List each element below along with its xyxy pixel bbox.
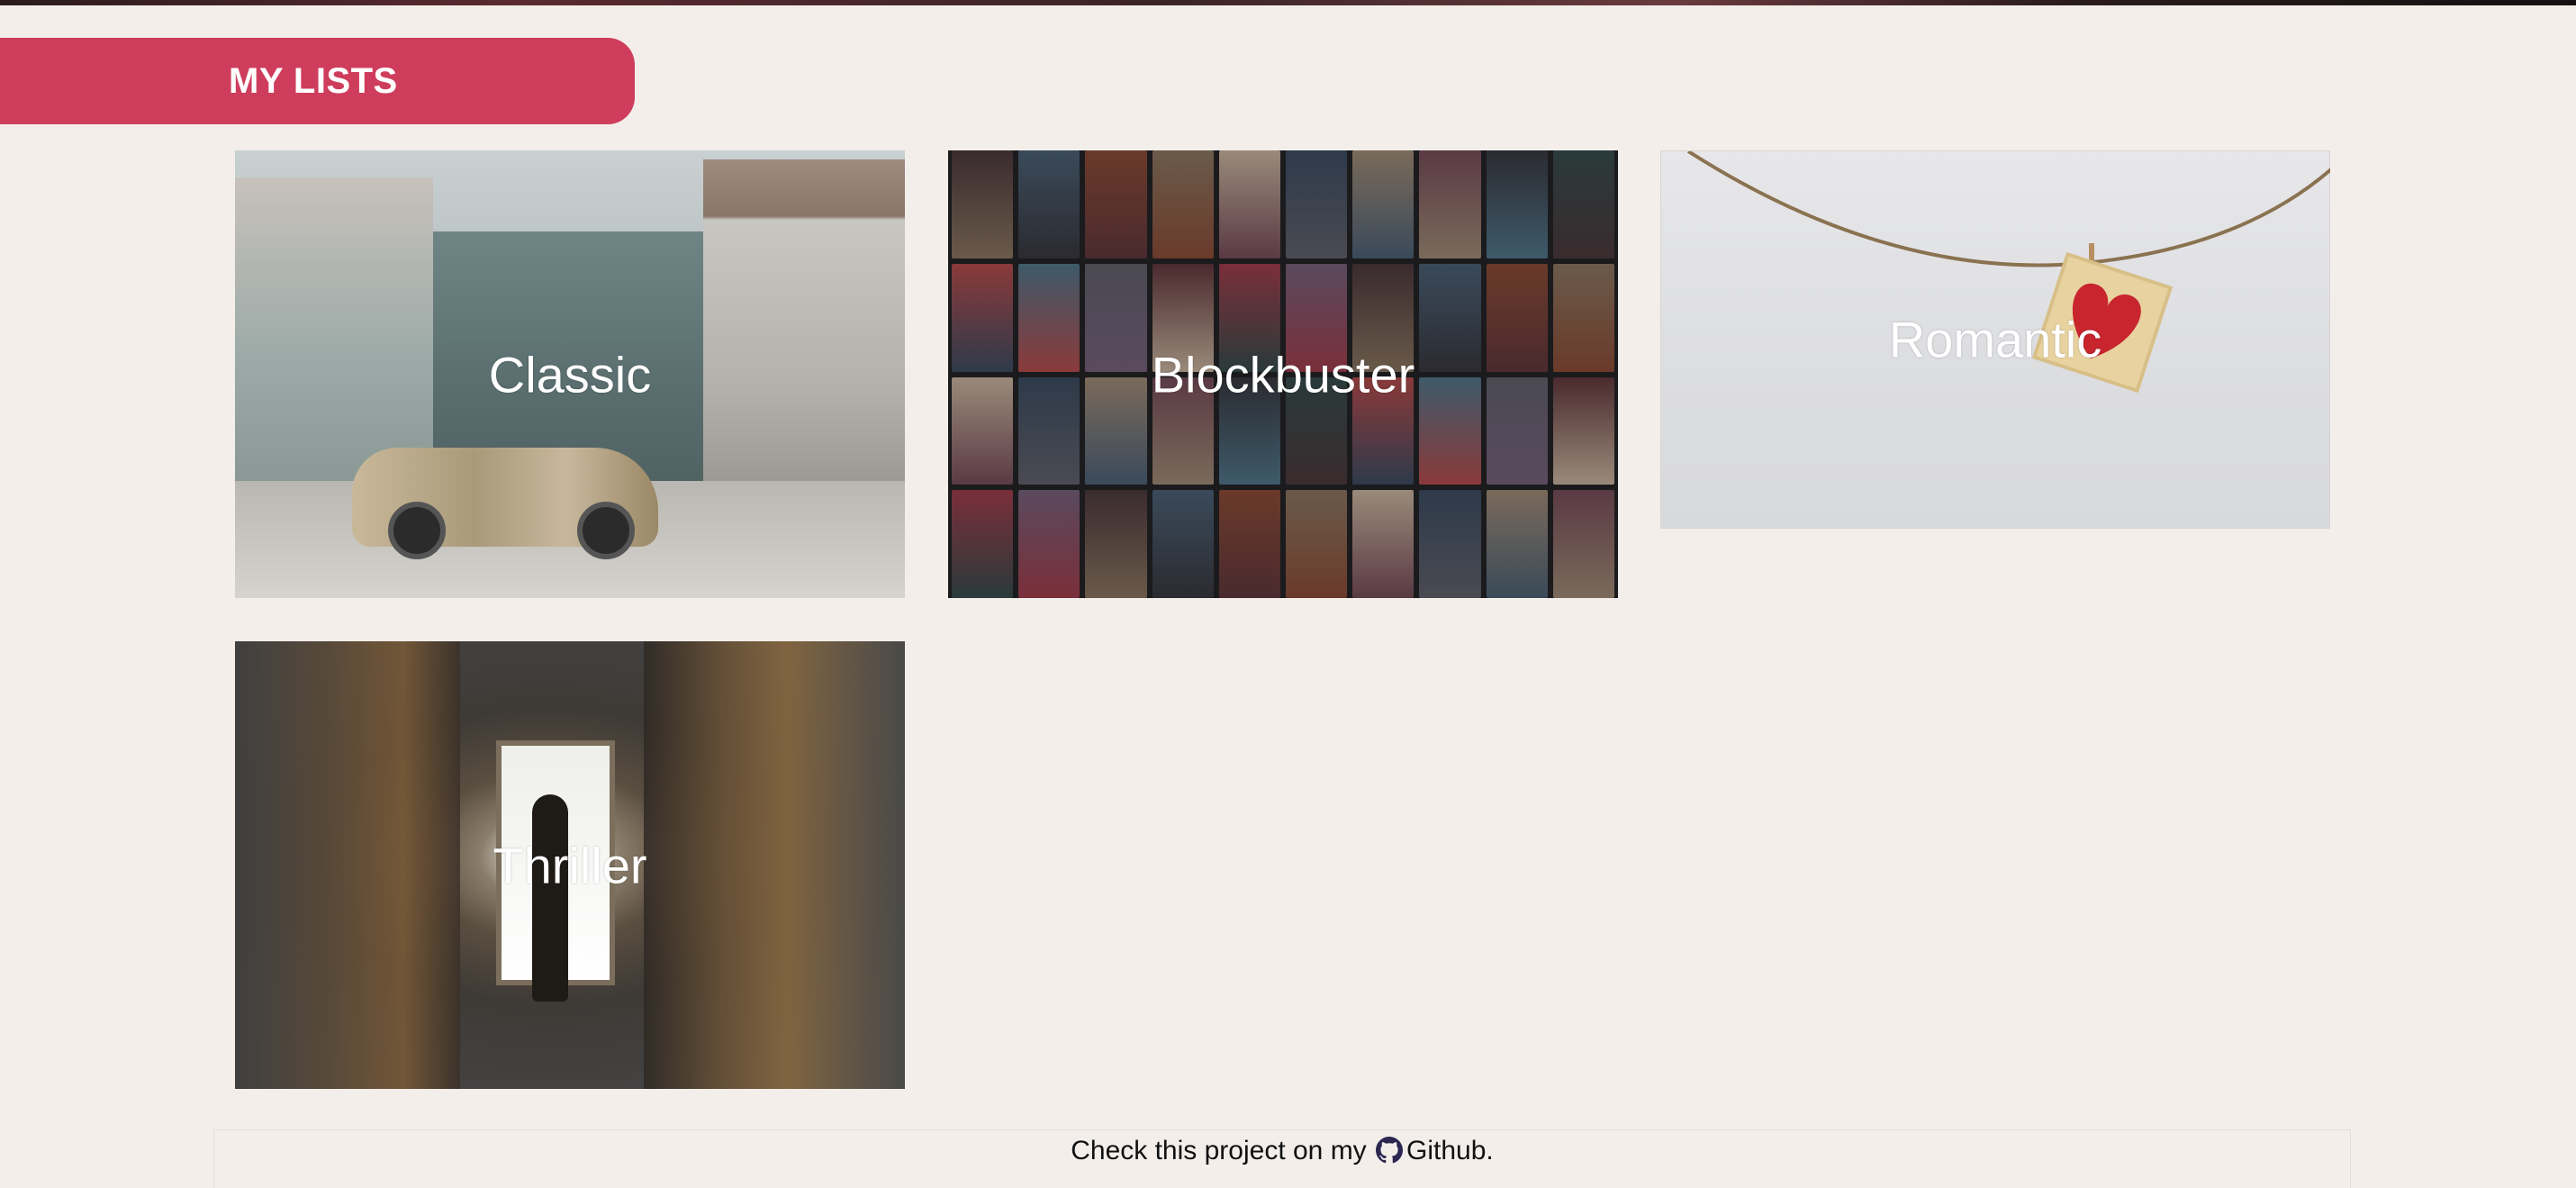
list-card-label: Romantic bbox=[1888, 311, 2102, 368]
vhs-tape-decoration bbox=[1486, 490, 1548, 598]
github-link[interactable]: Github bbox=[1374, 1136, 1486, 1165]
list-card-blockbuster[interactable]: Blockbuster bbox=[948, 150, 1618, 598]
vhs-tape-decoration bbox=[1018, 150, 1080, 258]
footer-suffix: . bbox=[1486, 1136, 1494, 1165]
footer-text: Check this project on my bbox=[1071, 1136, 1367, 1165]
vhs-tape-decoration bbox=[1085, 150, 1147, 258]
vhs-tape-decoration bbox=[1419, 150, 1481, 258]
vhs-tape-decoration bbox=[1152, 490, 1214, 598]
list-card-label: Blockbuster bbox=[1151, 346, 1415, 403]
list-card-label: Classic bbox=[488, 346, 652, 403]
list-card-label: Thriller bbox=[493, 837, 647, 893]
section-title: MY LISTS bbox=[229, 61, 398, 101]
vhs-tape-decoration bbox=[952, 490, 1014, 598]
vhs-tape-decoration bbox=[952, 150, 1014, 258]
github-icon bbox=[1376, 1137, 1404, 1164]
list-card-romantic[interactable]: Romantic bbox=[1660, 150, 2330, 529]
footer: Check this project on my Github. bbox=[213, 1129, 2351, 1188]
github-link-label: Github bbox=[1406, 1136, 1487, 1165]
top-banner-strip bbox=[0, 0, 2576, 5]
vhs-tape-decoration bbox=[1152, 150, 1214, 258]
vhs-tape-decoration bbox=[1552, 490, 1614, 598]
vhs-tape-decoration bbox=[1285, 150, 1348, 258]
vhs-tape-decoration bbox=[1552, 150, 1614, 258]
vhs-tape-decoration bbox=[1352, 490, 1415, 598]
vhs-tape-decoration bbox=[1419, 490, 1481, 598]
vhs-tape-decoration bbox=[1352, 150, 1415, 258]
vhs-tape-decoration bbox=[1285, 490, 1348, 598]
vhs-tape-decoration bbox=[1486, 150, 1548, 258]
vhs-tape-decoration bbox=[1018, 490, 1080, 598]
list-card-classic[interactable]: Classic bbox=[235, 150, 905, 598]
vhs-tape-decoration bbox=[1085, 490, 1147, 598]
vhs-tape-decoration bbox=[1218, 490, 1280, 598]
vhs-tape-decoration bbox=[1218, 150, 1280, 258]
section-header-bar: MY LISTS bbox=[0, 38, 635, 124]
list-card-thriller[interactable]: Thriller bbox=[235, 641, 905, 1089]
